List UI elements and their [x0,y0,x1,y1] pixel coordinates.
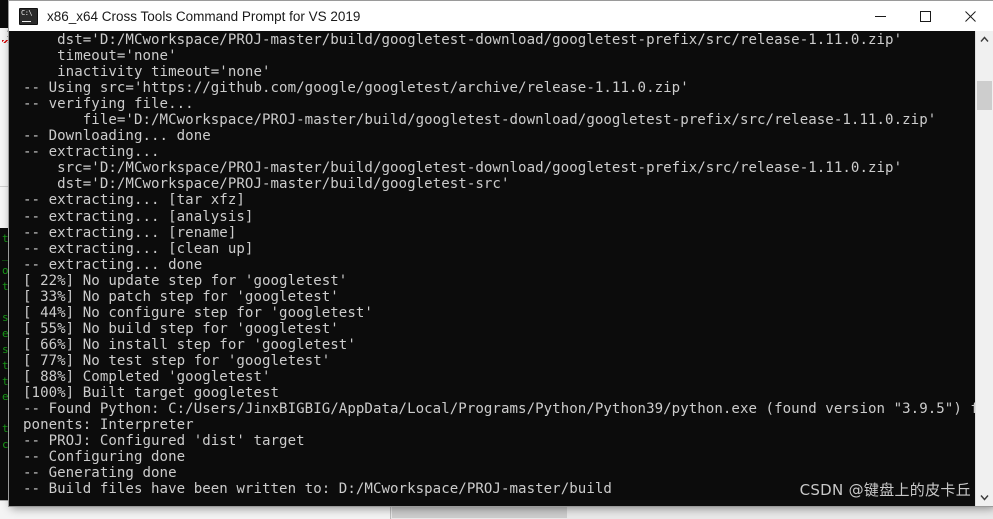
csdn-watermark: CSDN @键盘上的皮卡丘 [799,481,971,499]
title-bar[interactable]: x86_x64 Cross Tools Command Prompt for V… [9,1,993,32]
command-prompt-window[interactable]: x86_x64 Cross Tools Command Prompt for V… [9,1,993,506]
window-controls[interactable] [858,1,993,31]
window-title: x86_x64 Cross Tools Command Prompt for V… [47,8,361,24]
scroll-up-button[interactable] [976,31,993,48]
scrollbar-thumb[interactable] [977,80,992,110]
maximize-icon [920,10,931,22]
minimize-button[interactable] [858,1,903,31]
scroll-down-button[interactable] [976,489,993,506]
console-output-text: dst='D:/MCworkspace/PROJ-master/build/go… [23,32,993,498]
chevron-down-icon [980,495,989,501]
chevron-up-icon [980,36,989,42]
minimize-icon [875,15,886,17]
cmd-console-icon [19,7,38,25]
vertical-scrollbar[interactable] [975,31,993,506]
console-output-area[interactable]: dst='D:/MCworkspace/PROJ-master/build/go… [9,31,993,506]
close-button[interactable] [948,1,993,31]
close-icon [965,10,976,22]
maximize-button[interactable] [903,1,948,31]
